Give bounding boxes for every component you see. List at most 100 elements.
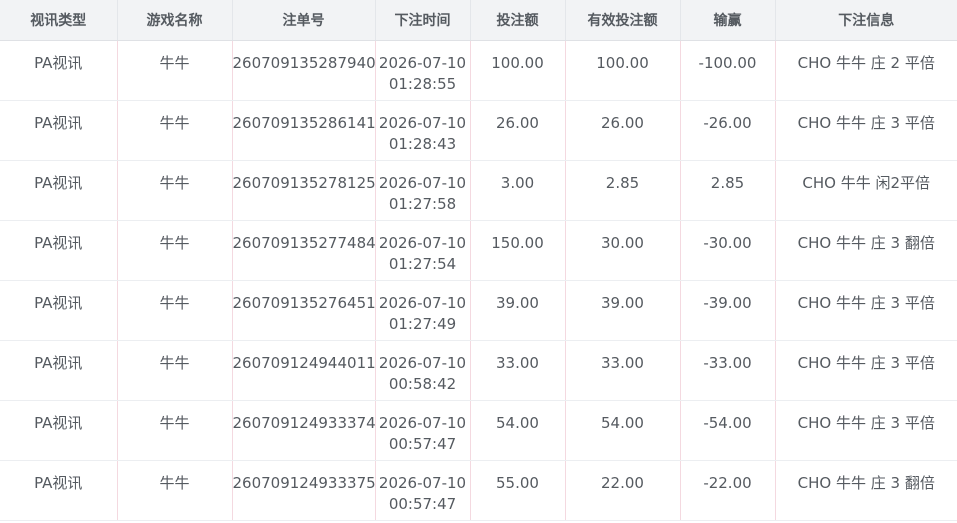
bet-date: 2026-07-10: [378, 114, 467, 132]
table-header: 视讯类型 游戏名称 注单号 下注时间 投注额 有效投注额 输赢 下注信息: [0, 0, 957, 41]
cell-order-number: 260709135277484: [232, 220, 376, 281]
cell-bet-info: CHO 牛牛 庄 3 翻倍: [775, 460, 957, 521]
cell-game-name: 牛牛: [117, 340, 233, 401]
table-row: PA视讯 牛牛 260709135276451 2026-07-10 01:27:…: [0, 280, 957, 341]
bet-clock: 01:28:55: [388, 75, 457, 93]
cell-win-loss: -30.00: [680, 220, 776, 281]
cell-win-loss: -100.00: [680, 40, 776, 101]
cell-bet-amount: 55.00: [470, 460, 566, 521]
cell-video-type: PA视讯: [0, 400, 118, 461]
cell-order-number: 260709135287940: [232, 40, 376, 101]
header-valid-bet: 有效投注额: [565, 0, 681, 41]
table-row: PA视讯 牛牛 260709124933374 2026-07-10 00:57:…: [0, 400, 957, 461]
cell-bet-amount: 54.00: [470, 400, 566, 461]
cell-order-number: 260709124933374: [232, 400, 376, 461]
table-row: PA视讯 牛牛 260709124944011 2026-07-10 00:58:…: [0, 340, 957, 401]
cell-game-name: 牛牛: [117, 400, 233, 461]
cell-bet-info: CHO 牛牛 庄 3 平倍: [775, 280, 957, 341]
bet-clock: 00:57:47: [388, 435, 457, 453]
bet-date: 2026-07-10: [378, 354, 467, 372]
table-body: PA视讯 牛牛 260709135287940 2026-07-10 01:28:…: [0, 40, 957, 521]
table-row: PA视讯 牛牛 260709135278125 2026-07-10 01:27:…: [0, 160, 957, 221]
header-row: 视讯类型 游戏名称 注单号 下注时间 投注额 有效投注额 输赢 下注信息: [0, 0, 957, 41]
cell-game-name: 牛牛: [117, 160, 233, 221]
cell-game-name: 牛牛: [117, 100, 233, 161]
cell-bet-time: 2026-07-10 01:27:49: [375, 280, 471, 341]
header-bet-time: 下注时间: [375, 0, 471, 41]
cell-order-number: 260709124933375: [232, 460, 376, 521]
cell-game-name: 牛牛: [117, 460, 233, 521]
cell-game-name: 牛牛: [117, 40, 233, 101]
cell-video-type: PA视讯: [0, 340, 118, 401]
bet-clock: 01:27:54: [388, 255, 457, 273]
cell-order-number: 260709135276451: [232, 280, 376, 341]
cell-valid-bet: 30.00: [565, 220, 681, 281]
cell-video-type: PA视讯: [0, 280, 118, 341]
bet-clock: 01:27:58: [388, 195, 457, 213]
cell-valid-bet: 26.00: [565, 100, 681, 161]
bet-clock: 01:27:49: [388, 315, 457, 333]
cell-video-type: PA视讯: [0, 160, 118, 221]
bet-date: 2026-07-10: [378, 294, 467, 312]
cell-win-loss: -26.00: [680, 100, 776, 161]
header-win-loss: 输赢: [680, 0, 776, 41]
bet-clock: 00:57:47: [388, 495, 457, 513]
table-row: PA视讯 牛牛 260709124933375 2026-07-10 00:57:…: [0, 460, 957, 521]
table-row: PA视讯 牛牛 260709135287940 2026-07-10 01:28:…: [0, 40, 957, 101]
cell-video-type: PA视讯: [0, 460, 118, 521]
cell-valid-bet: 54.00: [565, 400, 681, 461]
cell-bet-amount: 3.00: [470, 160, 566, 221]
cell-order-number: 260709135286141: [232, 100, 376, 161]
bet-records-table: 视讯类型 游戏名称 注单号 下注时间 投注额 有效投注额 输赢 下注信息 PA视…: [0, 0, 957, 521]
cell-win-loss: -33.00: [680, 340, 776, 401]
header-bet-amount: 投注额: [470, 0, 566, 41]
bet-date: 2026-07-10: [378, 474, 467, 492]
cell-bet-time: 2026-07-10 00:57:47: [375, 400, 471, 461]
cell-bet-time: 2026-07-10 00:57:47: [375, 460, 471, 521]
cell-video-type: PA视讯: [0, 220, 118, 281]
cell-bet-info: CHO 牛牛 庄 2 平倍: [775, 40, 957, 101]
cell-valid-bet: 2.85: [565, 160, 681, 221]
cell-bet-amount: 33.00: [470, 340, 566, 401]
cell-bet-time: 2026-07-10 00:58:42: [375, 340, 471, 401]
bet-clock: 01:28:43: [388, 135, 457, 153]
cell-bet-info: CHO 牛牛 闲2平倍: [775, 160, 957, 221]
cell-win-loss: -22.00: [680, 460, 776, 521]
cell-valid-bet: 33.00: [565, 340, 681, 401]
cell-bet-info: CHO 牛牛 庄 3 平倍: [775, 340, 957, 401]
cell-valid-bet: 100.00: [565, 40, 681, 101]
cell-video-type: PA视讯: [0, 100, 118, 161]
cell-win-loss: -54.00: [680, 400, 776, 461]
table-row: PA视讯 牛牛 260709135277484 2026-07-10 01:27:…: [0, 220, 957, 281]
cell-order-number: 260709124944011: [232, 340, 376, 401]
header-bet-info: 下注信息: [775, 0, 957, 41]
cell-bet-time: 2026-07-10 01:28:55: [375, 40, 471, 101]
cell-video-type: PA视讯: [0, 40, 118, 101]
cell-bet-time: 2026-07-10 01:27:58: [375, 160, 471, 221]
bet-date: 2026-07-10: [378, 414, 467, 432]
cell-bet-time: 2026-07-10 01:27:54: [375, 220, 471, 281]
bet-date: 2026-07-10: [378, 54, 467, 72]
cell-bet-info: CHO 牛牛 庄 3 翻倍: [775, 220, 957, 281]
table-row: PA视讯 牛牛 260709135286141 2026-07-10 01:28:…: [0, 100, 957, 161]
cell-bet-time: 2026-07-10 01:28:43: [375, 100, 471, 161]
cell-game-name: 牛牛: [117, 220, 233, 281]
cell-bet-amount: 26.00: [470, 100, 566, 161]
cell-bet-info: CHO 牛牛 庄 3 平倍: [775, 400, 957, 461]
cell-bet-amount: 100.00: [470, 40, 566, 101]
cell-valid-bet: 39.00: [565, 280, 681, 341]
bet-clock: 00:58:42: [388, 375, 457, 393]
cell-game-name: 牛牛: [117, 280, 233, 341]
cell-valid-bet: 22.00: [565, 460, 681, 521]
bet-date: 2026-07-10: [378, 174, 467, 192]
cell-bet-amount: 39.00: [470, 280, 566, 341]
header-video-type: 视讯类型: [0, 0, 118, 41]
cell-win-loss: -39.00: [680, 280, 776, 341]
header-game-name: 游戏名称: [117, 0, 233, 41]
cell-order-number: 260709135278125: [232, 160, 376, 221]
cell-bet-info: CHO 牛牛 庄 3 平倍: [775, 100, 957, 161]
cell-bet-amount: 150.00: [470, 220, 566, 281]
cell-win-loss: 2.85: [680, 160, 776, 221]
bet-date: 2026-07-10: [378, 234, 467, 252]
header-order-number: 注单号: [232, 0, 376, 41]
